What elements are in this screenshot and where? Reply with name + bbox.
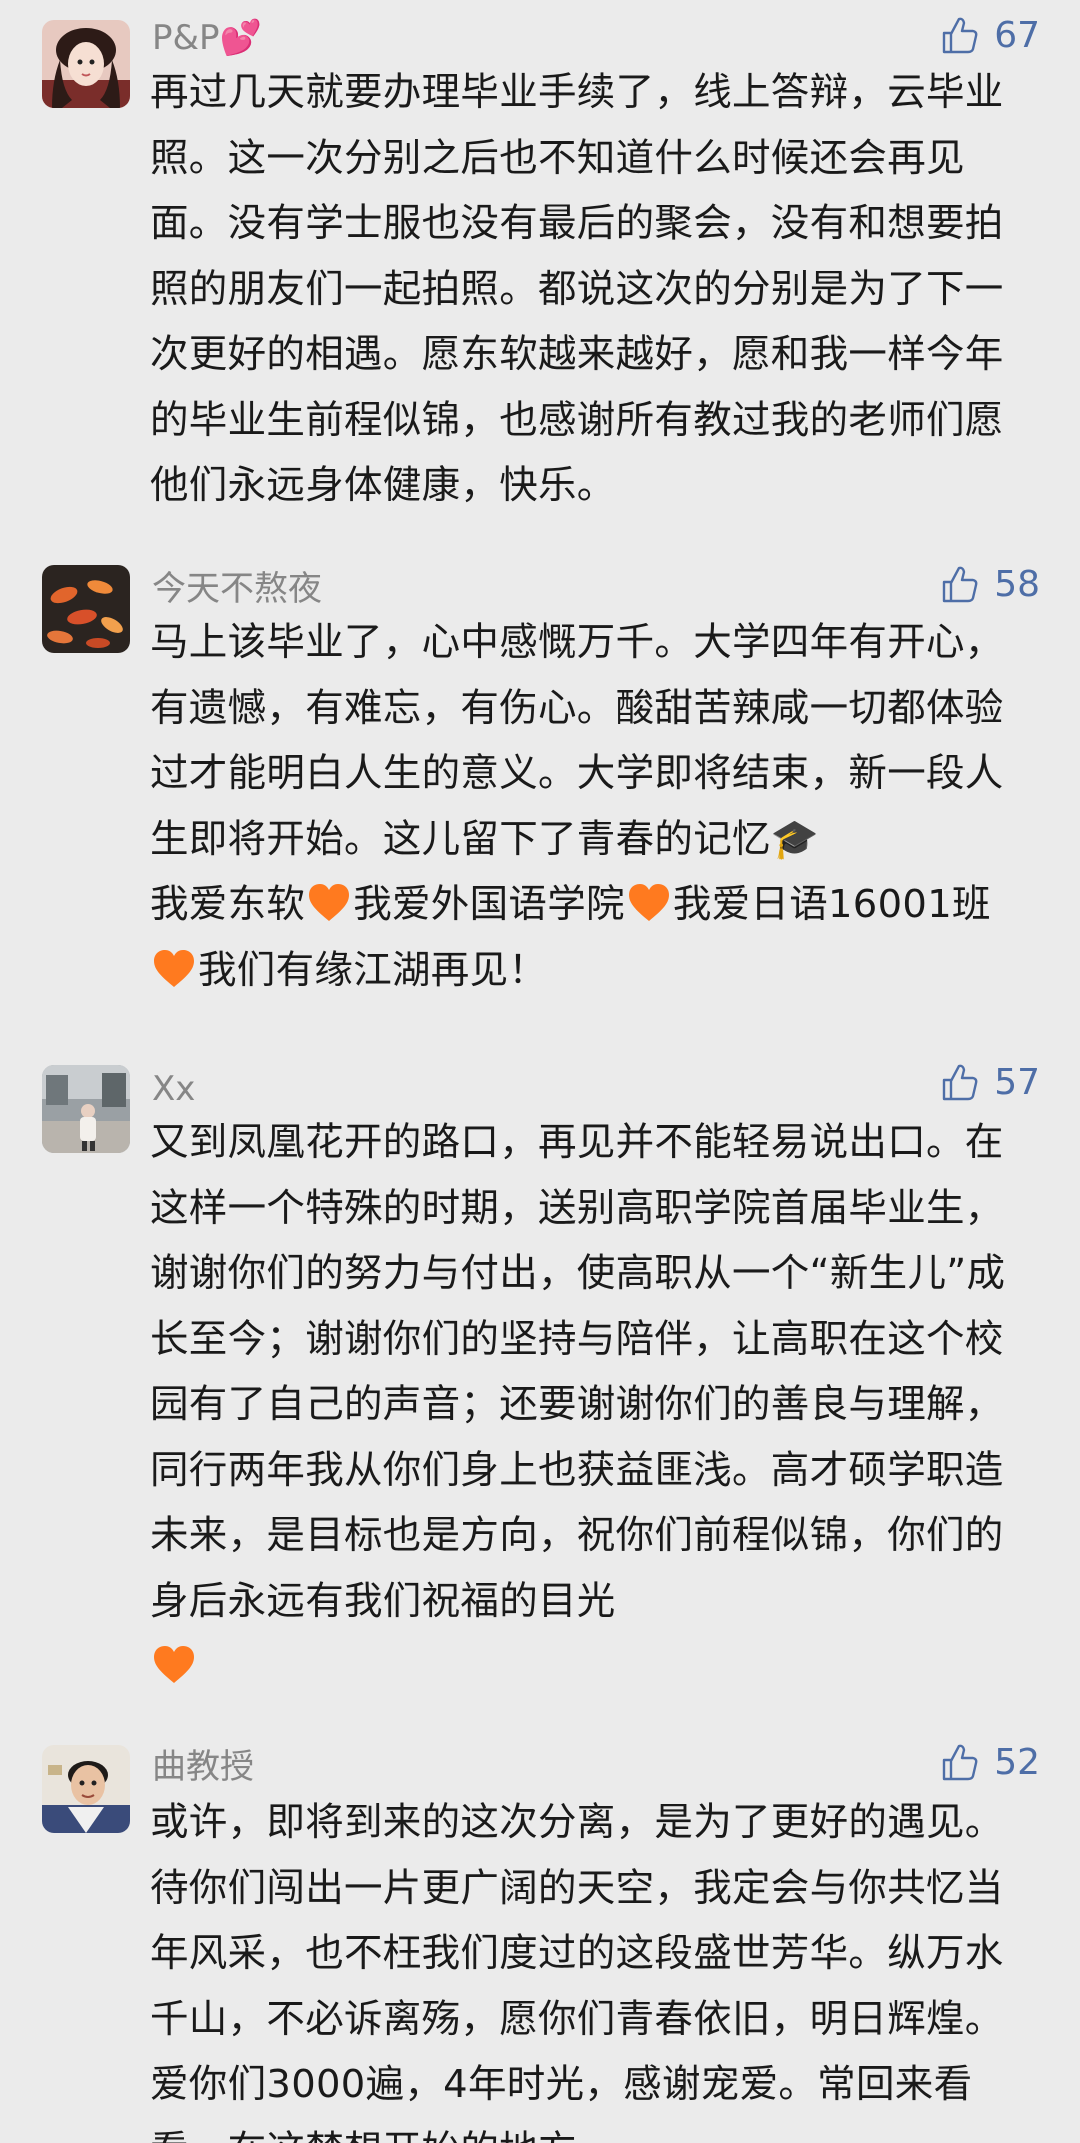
like-count: 58 (994, 564, 1040, 605)
avatar[interactable] (42, 1065, 130, 1153)
like-button[interactable]: 67 (938, 12, 1040, 60)
thumbs-up-icon (942, 566, 978, 603)
username[interactable]: 曲教授 (152, 1747, 254, 1787)
avatar[interactable] (42, 1745, 130, 1833)
like-count: 57 (994, 1062, 1040, 1103)
avatar[interactable] (42, 565, 130, 653)
comment-text: 或许，即将到来的这次分离，是为了更好的遇见。待你们闯出一片更广阔的天空，我定会与… (150, 1800, 1004, 2143)
avatar-image (42, 20, 130, 108)
comment-text-part: 我爱日语16001班 (672, 882, 991, 927)
comment-item: 曲教授 52 或许，即将到来的这次分离，是为了更好的遇见。待你们闯出一片更广阔的… (0, 1725, 1080, 2143)
avatar-image (42, 1065, 130, 1153)
comment-text: 马上该毕业了，心中感慨万千。大学四年有开心，有遗憾，有难忘，有伤心。酸甜苦辣咸一… (150, 610, 1030, 1003)
like-count: 67 (994, 15, 1040, 56)
thumbs-up-icon (942, 1064, 978, 1101)
comment-text-body: 又到凤凰花开的路口，再见并不能轻易说出口。在这样一个特殊的时期，送别高职学院首届… (150, 1120, 1006, 1624)
like-button[interactable]: 58 (938, 561, 1040, 609)
comment-list: P&P💕 67 再过几天就要办理毕业手续了，线上答辩，云毕业照。这一次分别之后也… (0, 0, 1080, 2143)
thumbs-up-icon (942, 1744, 978, 1781)
comment-text-part: 我爱东软 (150, 882, 306, 927)
username[interactable]: P&P💕 (152, 18, 262, 58)
comment-text: 又到凤凰花开的路口，再见并不能轻易说出口。在这样一个特殊的时期，送别高职学院首届… (150, 1110, 1030, 1700)
avatar-image (42, 565, 130, 653)
comment-item: P&P💕 67 再过几天就要办理毕业手续了，线上答辩，云毕业照。这一次分别之后也… (0, 0, 1080, 520)
comment-text: 再过几天就要办理毕业手续了，线上答辩，云毕业照。这一次分别之后也不知道什么时候还… (150, 70, 1004, 508)
orange-heart-icon (154, 949, 194, 987)
orange-heart-icon (628, 884, 669, 921)
like-button[interactable]: 52 (938, 1739, 1040, 1787)
comment-item: Xx 57 又到凤凰花开的路口，再见并不能轻易说出口。在这样一个特殊的时期，送别… (0, 1045, 1080, 1683)
comment-item: 今天不熬夜 58 马上该毕业了，心中感慨万千。大学四年有开心，有遗憾，有难忘，有… (0, 545, 1080, 995)
comment-text-part: 我们有缘江湖再见！ (198, 947, 548, 993)
avatar[interactable] (42, 20, 130, 108)
avatar-image (42, 1745, 130, 1833)
like-button[interactable]: 57 (938, 1059, 1040, 1107)
thumbs-up-icon (942, 17, 978, 54)
username[interactable]: 今天不熬夜 (152, 569, 322, 609)
username[interactable]: Xx (152, 1069, 195, 1109)
like-count: 52 (994, 1742, 1040, 1783)
comment-text-part: 我爱外国语学院 (353, 882, 625, 927)
orange-heart-icon (154, 1646, 194, 1683)
orange-heart-icon (309, 884, 350, 921)
comment-text-part: 马上该毕业了，心中感慨万千。大学四年有开心，有遗憾，有难忘，有伤心。酸甜苦辣咸一… (150, 620, 1004, 862)
